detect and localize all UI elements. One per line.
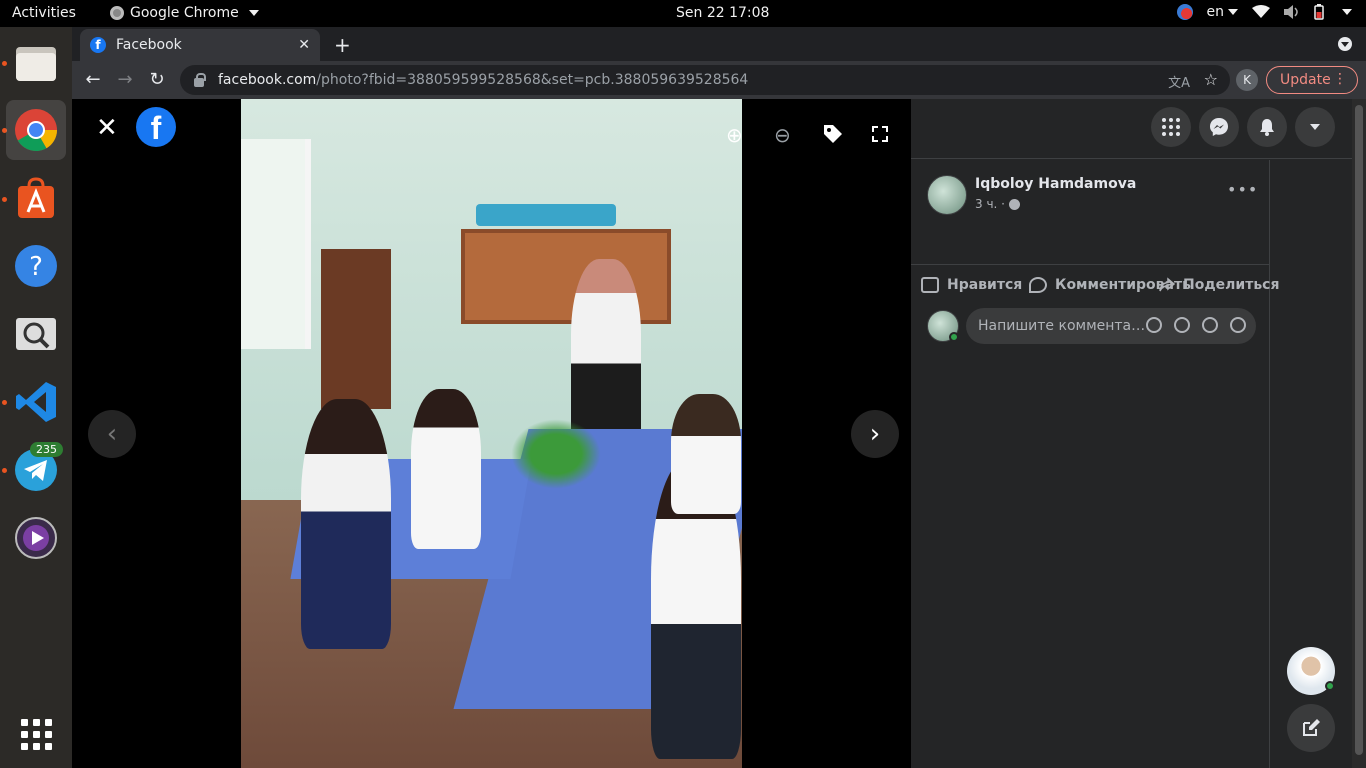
share-arrow-icon (1159, 276, 1175, 291)
post-actions: Нравится Комментировать Поделиться (911, 264, 1279, 304)
back-button[interactable]: ← (80, 67, 106, 93)
wifi-icon (1252, 5, 1270, 18)
app-grid-icon (20, 718, 52, 750)
camera-icon[interactable] (1174, 317, 1190, 333)
tab-title: Facebook (116, 37, 182, 53)
gnome-top-bar: Activities Google Chrome Sen 22 17:08 en (0, 0, 1366, 27)
battery-icon (1314, 4, 1324, 20)
comment-placeholder: Напишите коммента… (978, 318, 1146, 334)
app-menu-label: Google Chrome (130, 5, 239, 21)
ubuntu-dock: ? 235 (0, 27, 72, 768)
more-options-icon[interactable]: ••• (1227, 180, 1258, 199)
previous-photo-button[interactable]: ‹ (88, 410, 136, 458)
chevron-down-icon (1310, 124, 1320, 130)
post-side-panel: Iqboloy Hamdamova 3 ч. · ••• Нравится Ко… (911, 99, 1352, 768)
post-photo[interactable] (241, 99, 742, 768)
address-bar[interactable]: facebook.com/photo?fbid=388059599528568&… (180, 65, 1230, 95)
photo-viewer: ✕ f ⊕ ⊖ ‹ › (72, 99, 911, 768)
reload-button[interactable]: ↻ (144, 67, 170, 93)
post-details: Iqboloy Hamdamova 3 ч. · ••• Нравится Ко… (911, 160, 1279, 768)
volume-icon (1284, 5, 1298, 19)
facebook-logo-icon[interactable]: f (136, 107, 176, 147)
author-avatar[interactable] (927, 175, 967, 215)
facebook-favicon-icon: f (90, 37, 106, 53)
tag-icon[interactable] (822, 123, 844, 150)
share-label: Поделиться (1183, 276, 1280, 293)
keyboard-layout[interactable]: en (1207, 4, 1238, 20)
tab-search-icon[interactable] (1338, 37, 1352, 51)
comment-input[interactable]: Напишите коммента… (966, 308, 1256, 344)
zoom-out-icon[interactable]: ⊖ (774, 123, 791, 147)
messenger-button[interactable] (1199, 107, 1239, 147)
lock-icon[interactable] (194, 72, 206, 87)
fullscreen-icon[interactable] (872, 123, 888, 147)
scrollbar-thumb[interactable] (1355, 105, 1363, 755)
system-tray[interactable]: en (1176, 4, 1352, 20)
update-label: Update (1280, 72, 1331, 88)
url-host: facebook.com (218, 72, 317, 88)
tab-facebook[interactable]: f Facebook ✕ (80, 29, 320, 61)
compose-icon (1303, 719, 1320, 736)
software-icon[interactable] (6, 168, 66, 228)
online-status-dot (949, 332, 959, 342)
page-scrollbar[interactable] (1352, 99, 1366, 768)
browser-toolbar: ← → ↻ facebook.com/photo?fbid=3880595995… (72, 61, 1366, 99)
notifications-button[interactable] (1247, 107, 1287, 147)
new-tab-button[interactable]: + (334, 33, 351, 57)
zoom-in-icon[interactable]: ⊕ (726, 123, 743, 147)
chrome-window: f Facebook ✕ + ← → ↻ facebook.com/photo?… (72, 27, 1366, 768)
emoji-icon[interactable] (1146, 317, 1162, 333)
account-button[interactable] (1295, 107, 1335, 147)
post-time[interactable]: 3 ч. · (975, 197, 1005, 211)
system-menu-chevron-icon[interactable] (1342, 9, 1352, 15)
post-meta: 3 ч. · (975, 197, 1020, 211)
app-menu[interactable]: Google Chrome (110, 5, 259, 21)
author-name[interactable]: Iqboloy Hamdamova (975, 176, 1136, 192)
online-status-dot (1325, 681, 1335, 691)
messenger-icon (1210, 118, 1228, 136)
comment-bubble-icon (1029, 276, 1047, 293)
activities-button[interactable]: Activities (12, 5, 76, 21)
facebook-header (911, 99, 1352, 159)
bookmark-star-icon[interactable]: ☆ (1204, 70, 1218, 89)
menu-button[interactable] (1151, 107, 1191, 147)
menu-grid-icon (1162, 118, 1180, 136)
translate-icon[interactable]: 文A (1168, 72, 1190, 91)
clock[interactable]: Sen 22 17:08 (676, 5, 769, 21)
tab-strip: f Facebook ✕ + (72, 27, 1366, 61)
close-tab-icon[interactable]: ✕ (298, 37, 310, 53)
show-applications-button[interactable] (6, 704, 66, 764)
like-label: Нравится (947, 276, 1023, 293)
chevron-down-icon (1228, 9, 1238, 15)
gif-icon[interactable] (1202, 317, 1218, 333)
chrome-small-icon (110, 6, 124, 20)
chrome-icon[interactable] (6, 100, 66, 160)
like-button[interactable]: Нравится (921, 276, 1023, 293)
screen-recording-icon[interactable] (1176, 4, 1193, 20)
update-button[interactable]: Update ⋮ (1266, 66, 1358, 94)
svg-text:?: ? (29, 252, 43, 282)
vscode-icon[interactable] (6, 372, 66, 432)
files-icon[interactable] (6, 33, 66, 93)
next-photo-button[interactable]: › (851, 410, 899, 458)
comment-tools (1146, 317, 1246, 333)
help-icon[interactable]: ? (6, 236, 66, 296)
chevron-down-icon (248, 10, 259, 16)
screenshot-icon[interactable] (6, 304, 66, 364)
url-path: /photo?fbid=388059599528568&set=pcb.3880… (316, 72, 749, 88)
new-message-button[interactable] (1287, 704, 1335, 752)
thumbs-up-icon (921, 276, 939, 293)
forward-button[interactable]: → (112, 67, 138, 93)
media-player-icon[interactable] (6, 508, 66, 568)
globe-icon (1008, 198, 1020, 210)
telegram-badge: 235 (30, 442, 63, 457)
sticker-icon[interactable] (1230, 317, 1246, 333)
profile-avatar[interactable]: K (1236, 69, 1258, 91)
close-viewer-icon[interactable]: ✕ (96, 113, 118, 143)
comment-composer: Напишите коммента… (911, 308, 1270, 348)
chrome-menu-icon[interactable]: ⋮ (1333, 71, 1347, 87)
bell-icon (1260, 119, 1274, 136)
share-button[interactable]: Поделиться (1159, 277, 1279, 293)
